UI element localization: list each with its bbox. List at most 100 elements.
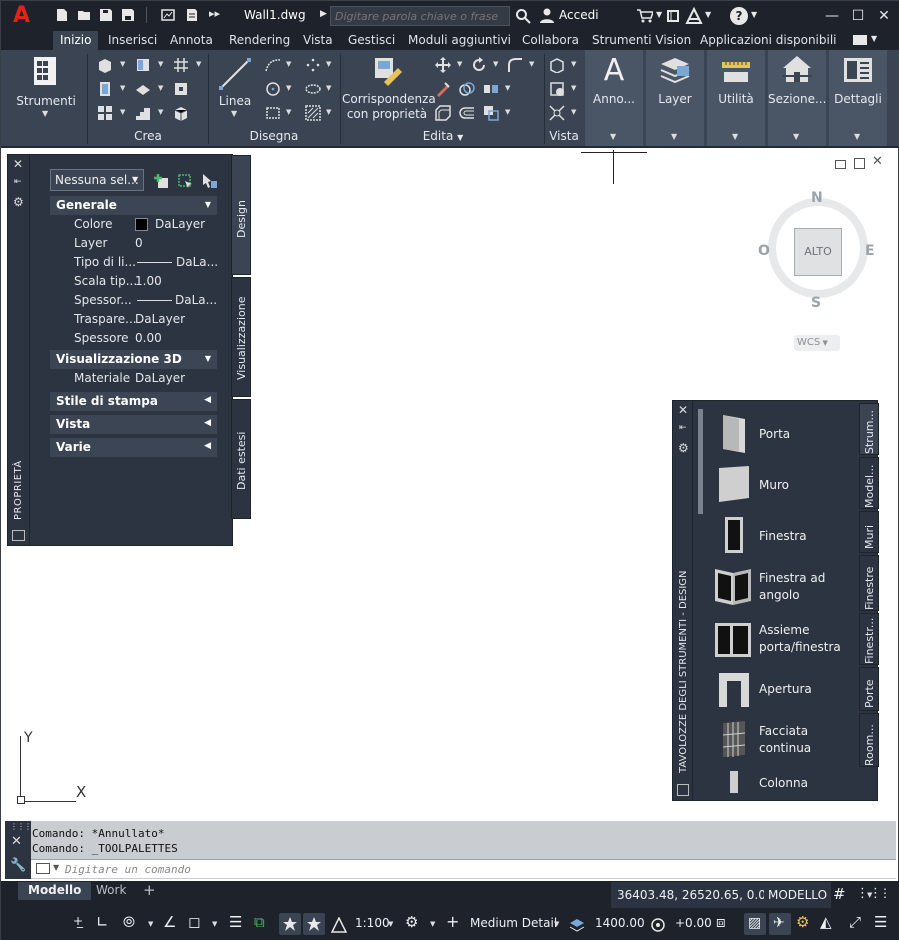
viewport-close-icon[interactable]: ✕ bbox=[872, 154, 883, 169]
points-dropdown-icon[interactable]: ▼ bbox=[326, 60, 331, 68]
offset-elevation-icon[interactable] bbox=[650, 917, 666, 933]
mirror-dropdown-icon[interactable]: ▼ bbox=[505, 84, 510, 92]
selection-dropdown[interactable]: Nessuna sel... ▼ bbox=[50, 169, 144, 191]
erase-icon[interactable] bbox=[435, 81, 451, 97]
fullscreen-icon[interactable]: ⤢ bbox=[849, 913, 861, 931]
stair-dropdown-icon[interactable]: ▼ bbox=[158, 108, 163, 116]
tool-palette-close-icon[interactable]: ✕ bbox=[678, 403, 688, 417]
property-row-tipo-linea[interactable]: Tipo di li... DaLa... bbox=[50, 253, 218, 272]
elevation-value[interactable]: 1400.00 bbox=[595, 916, 645, 930]
detail-level[interactable]: Medium Detail bbox=[470, 916, 557, 930]
annotation-scale-value[interactable]: 1:100 bbox=[355, 916, 390, 930]
tab-inserisci[interactable]: Inserisci bbox=[101, 31, 164, 50]
ortho-icon[interactable]: ∟ bbox=[96, 913, 109, 931]
tab-vista[interactable]: Vista bbox=[296, 31, 340, 50]
help-icon[interactable]: ? bbox=[730, 7, 748, 25]
ellipse-dropdown-icon[interactable]: ▼ bbox=[326, 84, 331, 92]
properties-close-icon[interactable]: ✕ bbox=[13, 157, 23, 171]
cleanscreen-icon[interactable]: ⚙ bbox=[796, 913, 809, 931]
properties-icon[interactable] bbox=[12, 530, 25, 541]
autodesk-app-icon[interactable] bbox=[685, 7, 703, 25]
grid2-dropdown-icon[interactable]: ▼ bbox=[120, 108, 125, 116]
search-input[interactable] bbox=[330, 6, 510, 26]
toggle-pickadd-icon[interactable] bbox=[201, 173, 217, 189]
property-row-spessore[interactable]: Spessore 0.00 bbox=[50, 329, 217, 348]
selection-cycling-icon[interactable]: ⧉ bbox=[254, 913, 265, 931]
tool-palette-autohide-icon[interactable]: ⇤ bbox=[679, 423, 687, 433]
grid2-tool-icon[interactable] bbox=[97, 105, 113, 121]
tab-inizio[interactable]: Inizio bbox=[53, 31, 99, 50]
maximize-icon[interactable]: ☐ bbox=[847, 5, 869, 27]
move-icon[interactable] bbox=[435, 57, 451, 73]
status-menu-icon[interactable]: ⋮ bbox=[879, 886, 891, 900]
slab-dropdown-icon[interactable]: ▼ bbox=[158, 84, 163, 92]
app-logo[interactable]: A bbox=[13, 5, 30, 27]
stair-tool-icon[interactable] bbox=[135, 105, 151, 121]
isometric-icon[interactable]: ∠ bbox=[163, 913, 176, 931]
layer-panel[interactable]: Layer ▼ bbox=[646, 50, 704, 146]
stretch-dropdown-icon[interactable]: ▼ bbox=[505, 108, 510, 116]
tab-modelli[interactable]: Model... bbox=[859, 457, 879, 509]
polyline-icon[interactable] bbox=[265, 57, 281, 73]
command-recent-dropdown-icon[interactable]: ▼ bbox=[53, 863, 59, 872]
section-generale[interactable]: Generale ▼ bbox=[50, 196, 217, 215]
tab-strumenti[interactable]: Strum... bbox=[859, 403, 879, 455]
tool-palette-settings-icon[interactable]: ⚙ bbox=[678, 441, 689, 455]
copy-icon[interactable] bbox=[459, 81, 475, 97]
lineweight-icon[interactable]: ☰ bbox=[229, 913, 242, 931]
tab-muri[interactable]: Muri bbox=[859, 511, 879, 553]
window-tool-icon[interactable] bbox=[97, 81, 113, 97]
corrispondenza-button[interactable]: Corrispondenza con proprietà bbox=[342, 52, 436, 128]
render-button[interactable]: ✈ bbox=[769, 913, 791, 935]
scale-dropdown-icon[interactable]: ▼ bbox=[388, 920, 393, 928]
coordinates-readout[interactable]: 36403.48, 26520.65, 0.00 bbox=[611, 882, 780, 908]
tab-dati-estesi[interactable]: Dati estesi bbox=[231, 399, 251, 519]
detail-dropdown-icon[interactable]: ▼ bbox=[554, 920, 559, 928]
help-dropdown-icon[interactable]: ▼ bbox=[751, 10, 757, 19]
wall-dropdown-icon[interactable]: ▼ bbox=[120, 60, 125, 68]
workspace-gear-icon[interactable]: ⚙ bbox=[405, 913, 418, 931]
window-dropdown-icon[interactable]: ▼ bbox=[120, 84, 125, 92]
tab-porte[interactable]: Porte bbox=[859, 667, 879, 711]
snap-dropdown-icon[interactable]: ▼ bbox=[867, 891, 872, 899]
add-layout-button[interactable]: + bbox=[143, 881, 156, 899]
rotate-dropdown-icon[interactable]: ▼ bbox=[493, 60, 498, 68]
app-dropdown-icon[interactable]: ▼ bbox=[705, 10, 711, 19]
grid-dropdown-icon[interactable]: ▼ bbox=[196, 60, 201, 68]
circle-icon[interactable] bbox=[265, 81, 281, 97]
cart-dropdown-icon[interactable]: ▼ bbox=[656, 10, 662, 19]
tab-visualizzazione[interactable]: Visualizzazione bbox=[231, 277, 251, 397]
quick-select-icon[interactable] bbox=[153, 173, 169, 189]
orbit-icon[interactable] bbox=[549, 81, 565, 97]
tool-palette-scrollbar[interactable] bbox=[698, 409, 703, 514]
properties-autohide-icon[interactable]: ⇤ bbox=[14, 177, 22, 187]
save-as-icon[interactable] bbox=[121, 8, 135, 22]
fillet-icon[interactable] bbox=[507, 57, 523, 73]
sezione-panel[interactable]: Sezione... ▼ bbox=[768, 50, 826, 146]
select-objects-icon[interactable] bbox=[177, 173, 193, 189]
offset-value[interactable]: +0.00 bbox=[675, 916, 712, 930]
zoom-dropdown-icon[interactable]: ▼ bbox=[571, 108, 576, 116]
move-dropdown-icon[interactable]: ▼ bbox=[457, 60, 462, 68]
mirror-icon[interactable] bbox=[483, 81, 499, 97]
isolate-objects-icon[interactable]: ⧈ bbox=[716, 913, 726, 931]
minimize-icon[interactable]: — bbox=[821, 5, 843, 27]
section-stile-di-stampa[interactable]: Stile di stampa ◀ bbox=[50, 392, 217, 411]
tab-gestisci[interactable]: Gestisci bbox=[341, 31, 402, 50]
property-row-layer[interactable]: Layer 0 bbox=[50, 234, 217, 253]
object-snap-icon[interactable]: ◻ bbox=[188, 913, 200, 931]
new-file-icon[interactable] bbox=[55, 8, 69, 22]
offset-icon[interactable] bbox=[435, 105, 451, 121]
array-icon[interactable] bbox=[459, 105, 475, 121]
orbit-dropdown-icon[interactable]: ▼ bbox=[571, 84, 576, 92]
web-mobile-icon[interactable] bbox=[161, 8, 175, 22]
section-vista[interactable]: Vista ◀ bbox=[50, 415, 217, 434]
hardware-accel-button[interactable]: ▨ bbox=[744, 913, 766, 935]
ribbon-toggle-dropdown-icon[interactable]: ▼ bbox=[871, 34, 877, 43]
open-folder-icon[interactable] bbox=[77, 8, 91, 22]
rectangle-dropdown-icon[interactable]: ▼ bbox=[286, 108, 291, 116]
viewcube-top-face[interactable]: ALTO bbox=[794, 228, 842, 276]
hatch-dropdown-icon[interactable]: ▼ bbox=[326, 108, 331, 116]
chart-icon[interactable]: ◭ bbox=[820, 913, 832, 931]
close-icon[interactable]: ✕ bbox=[873, 5, 895, 27]
